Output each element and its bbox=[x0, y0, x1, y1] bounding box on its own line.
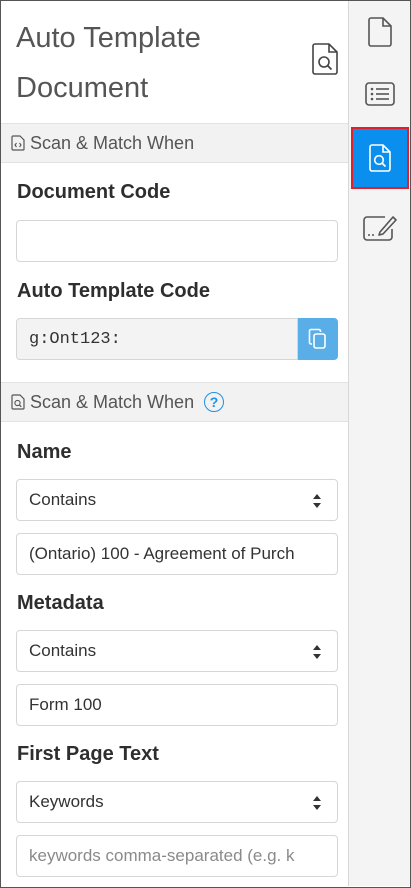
metadata-value-input[interactable]: Form 100 bbox=[16, 684, 338, 726]
sort-arrows-icon bbox=[313, 796, 321, 810]
metadata-operator-select[interactable]: Contains bbox=[16, 630, 338, 672]
name-label: Name bbox=[17, 441, 72, 463]
name-operator-select[interactable]: Contains bbox=[16, 479, 338, 521]
document-search-icon bbox=[11, 394, 25, 410]
document-search-icon bbox=[369, 144, 391, 172]
page-title-line2: Document bbox=[16, 72, 149, 104]
name-value-input[interactable]: (Ontario) 100 - Agreement of Purch bbox=[16, 533, 338, 575]
rail-button-document-search[interactable] bbox=[351, 127, 409, 189]
document-icon bbox=[368, 17, 392, 47]
page-title: Auto Template Document bbox=[16, 13, 306, 113]
copy-icon bbox=[308, 328, 326, 349]
document-search-icon bbox=[312, 43, 338, 75]
first-page-text-operator-select[interactable]: Keywords bbox=[16, 781, 338, 823]
main-panel: Auto Template Document Scan & Match When… bbox=[1, 1, 348, 886]
help-icon[interactable]: ? bbox=[204, 392, 225, 412]
page-title-line1: Auto Template bbox=[16, 22, 201, 54]
metadata-label: Metadata bbox=[17, 592, 104, 614]
right-rail bbox=[348, 1, 410, 886]
select-value: Contains bbox=[29, 490, 97, 509]
copy-button[interactable] bbox=[298, 318, 338, 360]
rail-button-document[interactable] bbox=[349, 1, 411, 63]
section-scan-match-2: Scan & Match When ? bbox=[1, 382, 348, 422]
section-label: Scan & Match When bbox=[30, 132, 195, 153]
rail-button-list[interactable] bbox=[349, 63, 411, 125]
section-scan-match-1: Scan & Match When bbox=[1, 123, 348, 163]
select-value: Keywords bbox=[29, 792, 104, 811]
auto-template-code-field[interactable]: g:Ont123: bbox=[16, 318, 298, 360]
select-value: Contains bbox=[29, 641, 97, 660]
rail-button-signature[interactable] bbox=[349, 197, 411, 259]
list-icon bbox=[365, 82, 395, 106]
first-page-text-label: First Page Text bbox=[17, 743, 159, 765]
sort-arrows-icon bbox=[313, 494, 321, 508]
first-page-text-keywords-input[interactable]: keywords comma-separated (e.g. k bbox=[16, 835, 338, 877]
document-code-label: Document Code bbox=[17, 181, 171, 203]
document-code-icon bbox=[11, 135, 25, 151]
auto-template-code-label: Auto Template Code bbox=[17, 280, 210, 302]
sort-arrows-icon bbox=[313, 645, 321, 659]
signature-icon bbox=[363, 216, 397, 241]
section-label: Scan & Match When bbox=[30, 391, 195, 412]
document-code-field[interactable] bbox=[16, 220, 338, 262]
